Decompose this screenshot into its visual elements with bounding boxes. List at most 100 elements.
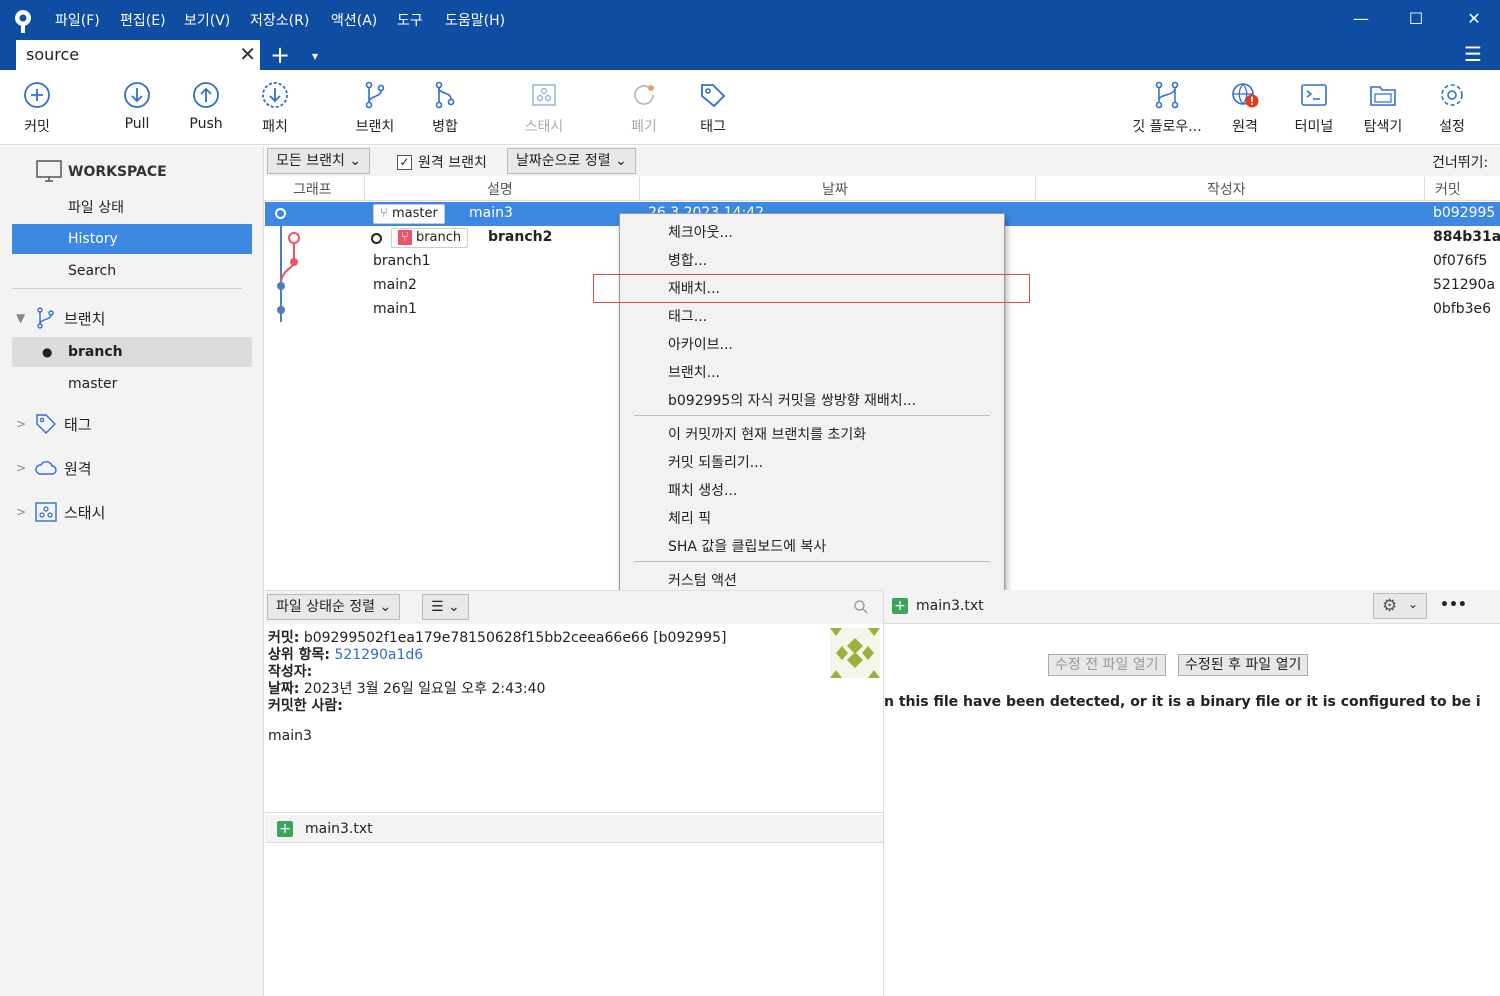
cloud-icon [35,461,57,475]
workspace-header: WORKSPACE [68,164,167,180]
stash-button[interactable]: 스태시 [509,80,579,136]
col-author[interactable]: 작성자 [1207,179,1246,199]
chevron-down-icon: ▼ [16,311,26,325]
sidebar-item-search[interactable]: Search [12,256,252,286]
repo-tab[interactable]: source ✕ [16,40,260,70]
diff-pane: + main3.txt ⚙ ⌄ ••• 수정 전 파일 열기 수정된 후 파일 … [883,590,1500,996]
maximize-button[interactable]: ☐ [1401,6,1431,32]
more-options-icon[interactable]: ••• [1440,597,1467,613]
ctx-cherry-pick[interactable]: 체리 픽 [668,508,711,528]
pull-button[interactable]: Pull [102,80,172,132]
menu-file[interactable]: 파일(F) [55,10,100,30]
ctx-merge[interactable]: 병합... [668,250,707,270]
remote-branches-checkbox[interactable]: ✓ 원격 브랜치 [397,152,487,172]
menu-view[interactable]: 보기(V) [184,10,230,30]
commit-description: main2 [373,277,417,293]
branch-button[interactable]: 브랜치 [340,80,410,136]
hamburger-menu-icon[interactable]: ☰ [1464,42,1482,66]
sidebar-section-label: 원격 [64,459,92,478]
monitor-icon [36,160,62,182]
parent-commit-link[interactable]: 521290a1d6 [334,647,423,663]
tab-close-icon[interactable]: ✕ [239,42,256,66]
ctx-branch[interactable]: 브랜치... [668,362,720,382]
sidebar-section-remotes[interactable]: > 원격 [16,456,92,480]
branch-icon [37,307,54,329]
sidebar-section-stashes[interactable]: > 스태시 [16,500,105,524]
search-icon[interactable] [853,599,869,615]
add-tab-button[interactable]: + [270,40,290,70]
settings-button[interactable]: 설정 [1417,80,1487,136]
ctx-custom-actions[interactable]: 커스텀 액션 [668,570,737,590]
file-name: main3.txt [305,821,373,837]
added-file-icon: + [277,821,293,837]
sidebar-item-history[interactable]: History [12,224,252,254]
ctx-archive[interactable]: 아카이브... [668,334,733,354]
sidebar-branch-current[interactable]: ● branch [12,337,252,367]
merge-button[interactable]: 병합 [410,80,480,136]
chevron-right-icon: > [16,461,27,475]
menu-repository[interactable]: 저장소(R) [250,10,309,30]
col-description[interactable]: 설명 [487,179,513,199]
commit-description: branch1 [373,253,431,269]
push-button[interactable]: Push [171,80,241,132]
menu-actions[interactable]: 액션(A) [331,10,377,30]
menu-tools[interactable]: 도구 [397,10,423,30]
jump-to-label: 건너뛰기: [1432,155,1489,171]
list-mode-dropdown[interactable]: ☰ ⌄ [422,594,469,620]
ctx-revert[interactable]: 커밋 되돌리기... [668,452,763,472]
git-flow-button[interactable]: 깃 플로우... [1125,80,1209,136]
current-branch-dot-icon [371,233,382,244]
tag-button[interactable]: 태그 [678,80,748,136]
list-icon: ☰ [431,599,444,615]
commit-hash: 884b31a [1433,229,1500,245]
diff-options-dropdown[interactable]: ⚙ ⌄ [1373,593,1427,619]
discard-button[interactable]: 폐기 [609,80,679,136]
tag-icon [36,414,56,434]
push-arrow-icon [193,82,219,108]
tab-dropdown-icon[interactable]: ▾ [312,40,318,72]
ctx-copy-sha[interactable]: SHA 값을 클립보드에 복사 [668,536,826,556]
close-window-button[interactable]: ✕ [1459,6,1489,32]
menu-help[interactable]: 도움말(H) [445,10,505,30]
ctx-interactive-rebase[interactable]: b092995의 자식 커밋을 쌍방향 재배치... [668,390,916,410]
ctx-reset[interactable]: 이 커밋까지 현재 브랜치를 초기화 [668,424,866,444]
minimize-button[interactable]: — [1346,6,1376,32]
sidebar-divider [12,288,242,289]
open-before-file-button[interactable]: 수정 전 파일 열기 [1048,654,1166,676]
commit-node-icon [277,282,285,290]
commit-node-icon [290,258,298,266]
col-graph[interactable]: 그래프 [293,179,332,199]
explorer-button[interactable]: 탐색기 [1348,80,1418,136]
git-flow-icon [1155,81,1179,109]
chevron-right-icon: > [16,417,27,431]
chevron-down-icon: ⌄ [379,599,392,615]
merge-icon [435,81,455,109]
col-commit[interactable]: 커밋 [1435,179,1461,199]
col-date[interactable]: 날짜 [822,179,848,199]
highlight-box [593,274,1030,303]
commit-button[interactable]: 커밋 [2,80,72,136]
sidebar-branch-master[interactable]: master [12,369,252,399]
ctx-checkout[interactable]: 체크아웃... [668,222,733,242]
branch-filter-dropdown[interactable]: 모든 브랜치 ⌄ [267,148,371,174]
menu-separator [634,415,990,416]
sidebar-section-tags[interactable]: > 태그 [16,412,92,436]
menu-edit[interactable]: 편집(E) [120,10,166,30]
commit-description: main3 [469,205,513,221]
context-menu: 체크아웃... 병합... 재배치... 태그... 아카이브... 브랜치..… [619,213,1005,598]
branch-badge: ⑂ branch [391,228,469,248]
file-status-bar: 파일 상태순 정렬 ⌄ ☰ ⌄ [265,590,883,624]
fetch-button[interactable]: 패치 [240,80,310,136]
globe-icon [1232,83,1259,108]
sort-dropdown[interactable]: 날짜순으로 정렬 ⌄ [507,148,636,174]
remote-button[interactable]: 원격 [1210,80,1280,136]
commit-node-icon [277,306,285,314]
ctx-create-patch[interactable]: 패치 생성... [668,480,737,500]
file-sort-dropdown[interactable]: 파일 상태순 정렬 ⌄ [267,594,401,620]
terminal-button[interactable]: 터미널 [1279,80,1349,136]
open-after-file-button[interactable]: 수정된 후 파일 열기 [1178,654,1309,676]
sidebar-section-branches[interactable]: ▼ 브랜치 [16,306,105,330]
sidebar-item-file-status[interactable]: 파일 상태 [12,193,252,223]
list-item[interactable]: + main3.txt [265,815,883,843]
ctx-tag[interactable]: 태그... [668,306,707,326]
